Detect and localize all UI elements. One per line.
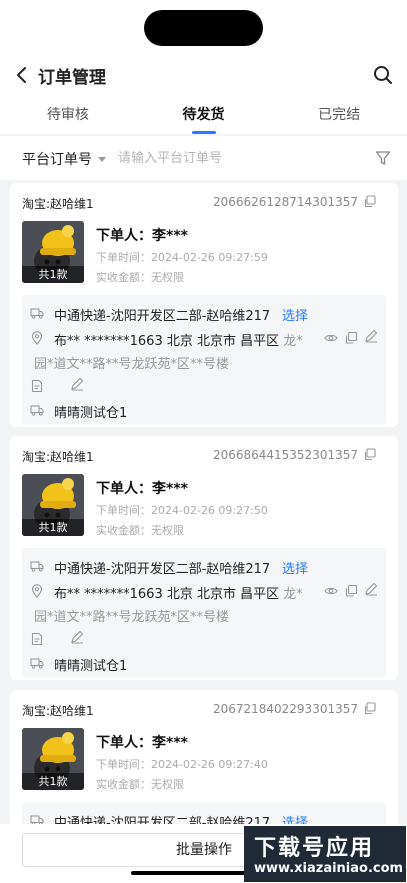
product-thumbnail[interactable]: 共1款 — [22, 728, 84, 790]
paid-amount: 实收金额：无权限 — [96, 524, 184, 537]
warehouse-name: 晴晴测试仓1 — [54, 406, 128, 421]
tab-pending-review[interactable]: 待审核 — [0, 96, 136, 134]
item-count-label: 共1款 — [22, 266, 84, 283]
edit-icon[interactable] — [364, 329, 378, 343]
warehouse-truck-icon — [30, 658, 44, 669]
address-line-2: 园*道文**路**号龙跃苑*区**号楼 — [34, 357, 230, 372]
filter-icon[interactable] — [375, 150, 391, 166]
address-main: 布** *******1663 北京 北京市 昌平区 — [54, 587, 284, 602]
select-express-link[interactable]: 选择 — [282, 305, 308, 324]
product-thumbnail[interactable]: 共1款 — [22, 221, 84, 283]
order-field-select[interactable]: 平台订单号 — [22, 149, 92, 169]
copy-icon[interactable] — [363, 448, 376, 461]
location-pin-icon — [31, 331, 43, 345]
receiver-address: 布** *******1663 北京 北京市 昌平区 龙* — [54, 583, 303, 602]
back-arrow-icon[interactable] — [12, 64, 34, 86]
order-time: 下单时间：2024-02-26 09:27:40 — [96, 758, 268, 771]
location-pin-icon — [31, 584, 43, 598]
tab-completed[interactable]: 已完结 — [271, 96, 407, 134]
select-express-link[interactable]: 选择 — [282, 558, 308, 577]
order-number: 2066864415352301357 — [212, 448, 358, 462]
truck-icon — [30, 561, 44, 572]
note-icon — [31, 379, 43, 393]
watermark-logo: 下载号应用 www.xiazainiao.com — [244, 826, 406, 882]
copy-icon[interactable] — [363, 702, 376, 715]
shop-name: 淘宝:赵哈维1 — [22, 197, 94, 211]
page-title: 订单管理 — [38, 68, 106, 88]
order-time: 下单时间：2024-02-26 09:27:59 — [96, 251, 268, 264]
paid-amount: 实收金额：无权限 — [96, 778, 184, 791]
copy-icon[interactable] — [363, 195, 376, 208]
edit-note-icon[interactable] — [70, 377, 84, 391]
shop-name: 淘宝:赵哈维1 — [22, 704, 94, 718]
watermark-url: www.xiazainiao.com — [254, 861, 404, 876]
status-bar — [0, 0, 407, 56]
express-company: 中通快递-沈阳开发区二部-赵哈维217 — [54, 309, 271, 324]
item-count-label: 共1款 — [22, 773, 84, 790]
camera-notch — [144, 10, 263, 46]
shipping-info-box: 中通快递-沈阳开发区二部-赵哈维217 选择 布** *******1663 北… — [22, 548, 386, 678]
warehouse-name: 晴晴测试仓1 — [54, 659, 128, 674]
shop-name: 淘宝:赵哈维1 — [22, 450, 94, 464]
buyer-name: 下单人：李*** — [96, 735, 188, 751]
paid-amount: 实收金额：无权限 — [96, 271, 184, 284]
eye-icon[interactable] — [324, 331, 338, 345]
receiver-address: 布** *******1663 北京 北京市 昌平区 龙* — [54, 330, 303, 349]
warehouse-truck-icon — [30, 405, 44, 416]
address-line-2: 园*道文**路**号龙跃苑*区**号楼 — [34, 610, 230, 625]
address-main: 布** *******1663 北京 北京市 昌平区 — [54, 334, 284, 349]
order-number: 2067218402293301357 — [212, 702, 358, 716]
product-thumbnail[interactable]: 共1款 — [22, 474, 84, 536]
order-number: 2066626128714301357 — [212, 195, 358, 209]
order-card[interactable]: 淘宝:赵哈维1 2067218402293301357 共1款 下单人：李***… — [10, 690, 398, 840]
edit-note-icon[interactable] — [70, 630, 84, 644]
watermark-title: 下载号应用 — [254, 836, 375, 861]
order-card[interactable]: 淘宝:赵哈维1 2066626128714301357 共1款 下单人：李***… — [10, 183, 398, 427]
order-number-input[interactable] — [118, 146, 348, 170]
tab-pending-shipment[interactable]: 待发货 — [136, 96, 272, 134]
filter-bar: 平台订单号 — [0, 136, 407, 180]
order-card[interactable]: 淘宝:赵哈维1 2066864415352301357 共1款 下单人：李***… — [10, 436, 398, 680]
express-company: 中通快递-沈阳开发区二部-赵哈维217 — [54, 562, 271, 577]
copy-address-icon[interactable] — [344, 331, 358, 345]
chevron-down-icon[interactable] — [98, 157, 106, 162]
edit-icon[interactable] — [364, 582, 378, 596]
app-header: 订单管理 — [0, 56, 407, 96]
copy-address-icon[interactable] — [344, 584, 358, 598]
eye-icon[interactable] — [324, 584, 338, 598]
note-icon — [31, 632, 43, 646]
order-time: 下单时间：2024-02-26 09:27:50 — [96, 504, 268, 517]
buyer-name: 下单人：李*** — [96, 228, 188, 244]
buyer-name: 下单人：李*** — [96, 481, 188, 497]
item-count-label: 共1款 — [22, 519, 84, 536]
address-muted: 龙* — [283, 334, 303, 349]
search-icon[interactable] — [371, 63, 395, 87]
truck-icon — [30, 308, 44, 319]
shipping-info-box: 中通快递-沈阳开发区二部-赵哈维217 选择 布** *******1663 北… — [22, 295, 386, 425]
address-muted: 龙* — [283, 587, 303, 602]
status-tabs: 待审核 待发货 已完结 — [0, 96, 407, 134]
